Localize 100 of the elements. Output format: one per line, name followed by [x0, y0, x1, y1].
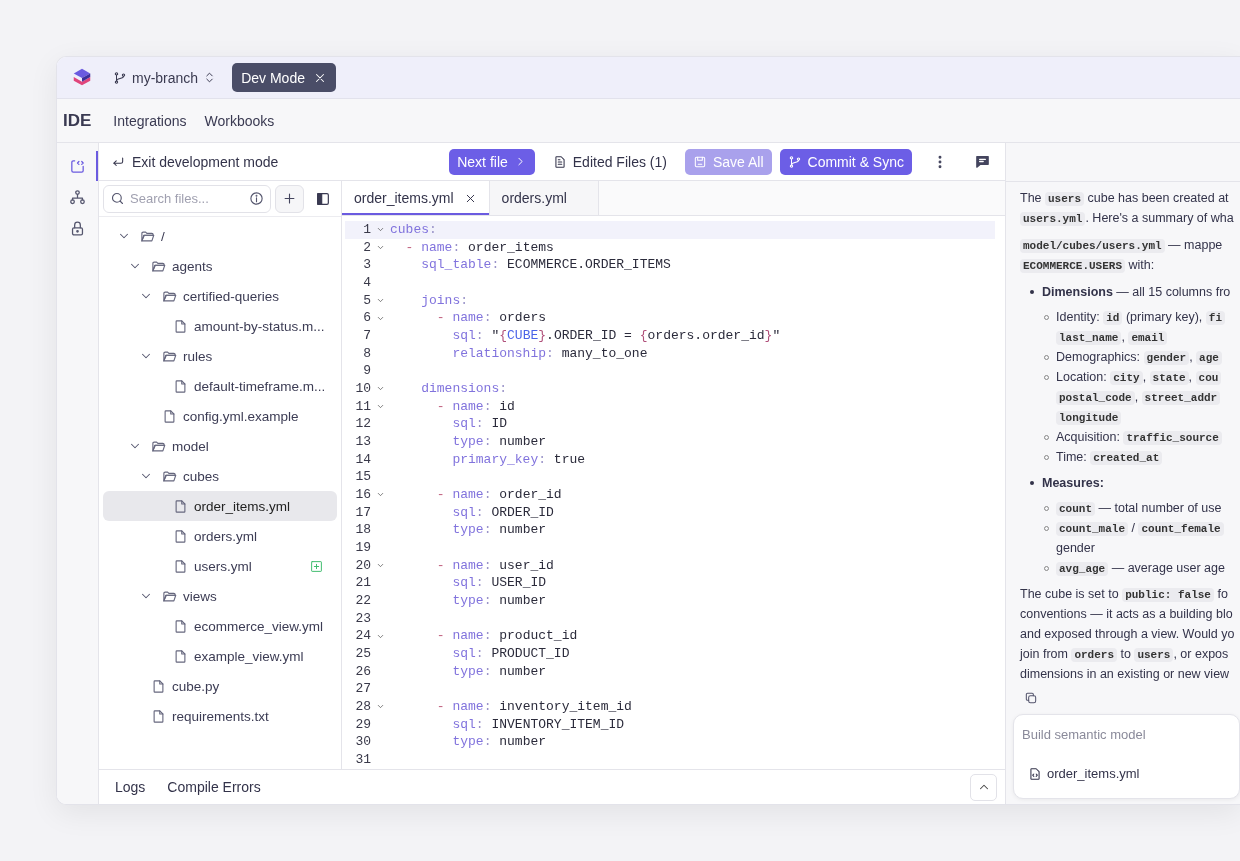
folder-icon — [151, 258, 166, 274]
branch-selector[interactable]: my-branch — [107, 65, 223, 90]
folder-item[interactable]: cubes — [103, 461, 337, 491]
copy-icon — [1024, 691, 1038, 705]
code-line: - name: orders — [435, 309, 548, 328]
code-line: dimensions: — [420, 380, 509, 398]
file-icon — [173, 648, 188, 664]
edited-files-button[interactable]: Edited Files (1) — [544, 148, 675, 175]
folder-item[interactable]: agents — [103, 251, 337, 281]
panel-tab[interactable]: Compile Errors — [159, 779, 269, 795]
line-number: 14 — [354, 450, 371, 469]
app-title: IDE — [63, 110, 92, 131]
attachment-chip[interactable]: order_items.yml — [1028, 764, 1140, 784]
lock-icon — [69, 219, 86, 237]
line-number: 7 — [362, 327, 371, 345]
line-number: 28 — [354, 698, 371, 716]
code-line: primary_key: true — [451, 450, 587, 469]
line-number: 27 — [354, 680, 371, 699]
file-code-icon — [1028, 767, 1042, 781]
chat-icon — [974, 153, 991, 170]
editor-tab[interactable]: order_items.yml — [342, 181, 490, 215]
sidebar-toggle-button[interactable] — [315, 190, 331, 207]
folder-icon — [140, 228, 155, 244]
commit-sync-button[interactable]: Commit & Sync — [779, 148, 912, 175]
chat-paragraph: model/cubes/users.yml — mappe ECOMMERCE.USERS with: — [1020, 235, 1240, 275]
list-item: Measures: — [1020, 473, 1240, 493]
folder-item[interactable]: views — [103, 581, 337, 611]
code-line: joins: — [420, 291, 470, 310]
search-icon — [110, 190, 125, 206]
folder-item[interactable]: model — [103, 431, 337, 461]
line-number: 12 — [354, 415, 371, 434]
folder-item[interactable]: certified-queries — [103, 281, 337, 311]
line-number: 8 — [362, 344, 371, 363]
return-arrow-icon — [111, 154, 125, 169]
code-line: cubes: — [390, 221, 438, 239]
line-number: 18 — [354, 521, 371, 540]
code-line: - name: id — [435, 397, 516, 416]
folder-icon — [162, 588, 177, 604]
folder-item[interactable]: rules — [103, 341, 337, 371]
line-number: 10 — [354, 380, 371, 398]
file-item[interactable]: orders.yml — [103, 521, 337, 551]
chat-paragraph: The cube is set to public: false fo conventions — it acts as a building blo and exposed through a view. Would yo join from orders to users , or expos dimensions in an existing or new view — [1020, 586, 1236, 683]
line-number: 5 — [362, 291, 371, 310]
mode-chip[interactable]: Dev Mode — [232, 63, 336, 92]
new-file-button[interactable] — [275, 184, 304, 213]
next-file-button[interactable]: Next file — [449, 148, 535, 175]
file-item[interactable]: amount-by-status.m... — [103, 311, 337, 341]
line-number: 29 — [354, 715, 371, 734]
code-line: sql: "{CUBE}.ORDER_ID = {orders.order_id}" — [451, 327, 782, 345]
list-item: Time: created_at — [1020, 447, 1240, 467]
line-number: 30 — [354, 733, 371, 752]
file-item[interactable]: default-timeframe.m... — [103, 371, 337, 401]
file-item[interactable]: config.yml.example — [103, 401, 337, 431]
file-icon — [173, 318, 188, 334]
folder-item[interactable]: / — [103, 221, 337, 251]
exit-dev-mode-button[interactable]: Exit development mode — [111, 153, 279, 170]
code-line: type: number — [451, 592, 548, 610]
line-number: 26 — [354, 662, 371, 681]
folder-icon — [162, 468, 177, 484]
code-line: sql_table: ECOMMERCE.ORDER_ITEMS — [420, 256, 672, 274]
file-item[interactable]: ecommerce_view.yml — [103, 611, 337, 641]
list-item: Demographics: gender , age — [1020, 347, 1240, 367]
line-number: 25 — [354, 645, 371, 663]
file-item[interactable]: cube.py — [103, 671, 337, 701]
code-line: sql: USER_ID — [451, 574, 548, 593]
line-number: 20 — [354, 556, 371, 575]
search-field[interactable]: Search files... — [103, 184, 271, 213]
line-number: 31 — [354, 751, 371, 769]
folder-icon — [151, 438, 166, 454]
nav-link[interactable]: Integrations — [113, 112, 187, 129]
file-icon — [173, 618, 188, 634]
info-icon — [249, 190, 264, 206]
line-number: 22 — [354, 592, 371, 610]
panel-tab[interactable]: Logs — [107, 779, 154, 795]
file-icon — [173, 558, 188, 574]
file-icon — [151, 678, 166, 694]
nav-link[interactable]: Workbooks — [204, 112, 275, 129]
copy-button[interactable] — [1024, 691, 1038, 705]
file-item[interactable]: example_view.yml — [103, 641, 337, 671]
list-item: Acquisition: traffic_source — [1020, 427, 1240, 447]
sidebar-icon — [315, 190, 331, 207]
line-number: 9 — [362, 362, 371, 381]
save-icon — [692, 154, 707, 169]
hierarchy-icon — [69, 188, 86, 206]
code-line: type: number — [451, 433, 548, 451]
plus-icon — [282, 191, 297, 206]
file-item[interactable]: order_items.yml — [103, 491, 337, 521]
message-input[interactable]: Build semantic model — [1022, 727, 1222, 742]
code-line: type: number — [451, 662, 548, 681]
file-icon — [173, 378, 188, 394]
line-number: 1 — [362, 221, 371, 239]
code-line: sql: INVENTORY_ITEM_ID — [451, 715, 626, 734]
code-line: type: number — [451, 733, 548, 752]
line-number: 4 — [362, 274, 371, 292]
list-item: avg_age — average user age — [1020, 558, 1240, 578]
line-number: 13 — [354, 433, 371, 451]
file-item[interactable]: requirements.txt — [103, 701, 337, 731]
file-item[interactable]: users.yml — [103, 551, 337, 581]
editor-tab[interactable]: orders.yml — [489, 181, 599, 215]
code-line: - name: product_id — [435, 627, 579, 646]
